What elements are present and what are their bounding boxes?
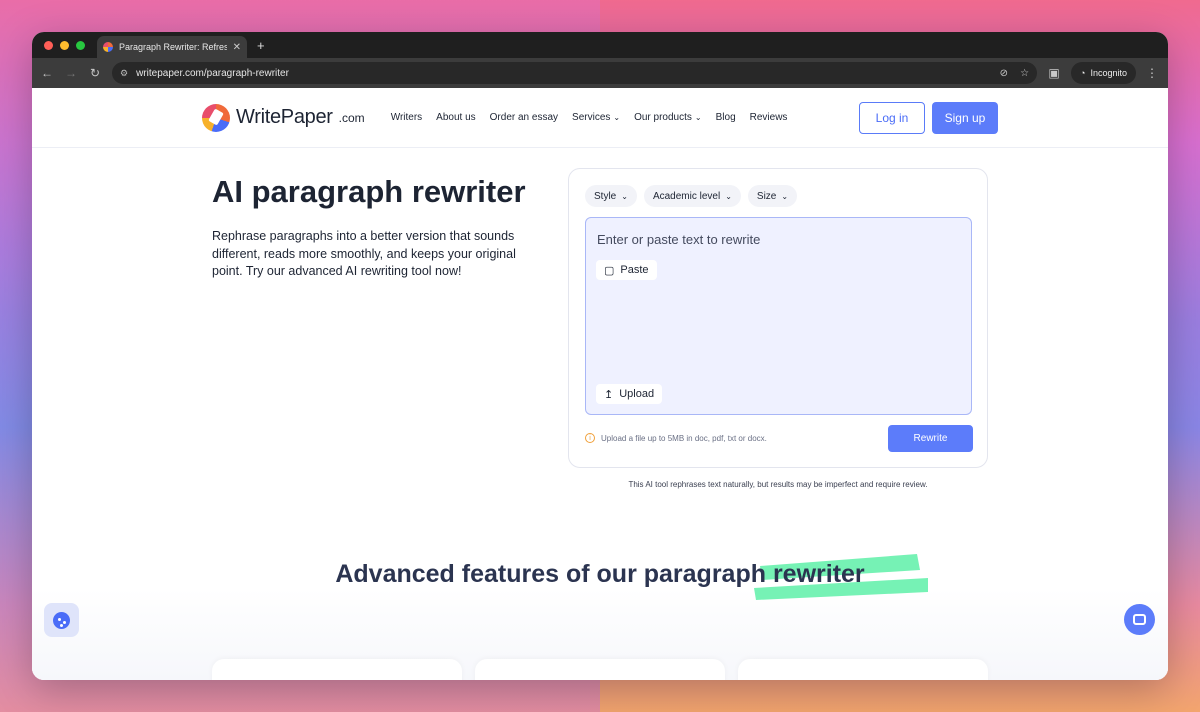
- text-input-area[interactable]: Enter or paste text to rewrite ▢ Paste ↥…: [585, 217, 972, 415]
- favicon-icon: [103, 42, 113, 52]
- upload-button[interactable]: ↥ Upload: [596, 384, 663, 404]
- nav-item-blog[interactable]: Blog: [716, 112, 736, 123]
- window-controls: [44, 40, 85, 50]
- tab-bar: Paragraph Rewriter: Refresh ✕ +: [32, 32, 1168, 58]
- login-button[interactable]: Log in: [859, 101, 925, 134]
- nav-item-services[interactable]: Services ⌄: [572, 112, 620, 123]
- page-title: AI paragraph rewriter: [212, 174, 526, 209]
- main-content: AI paragraph rewriter Rephrase paragraph…: [32, 148, 1168, 680]
- chat-widget-button[interactable]: [1124, 604, 1155, 635]
- rewrite-button[interactable]: Rewrite: [888, 425, 973, 452]
- eye-off-icon[interactable]: ⊘: [1000, 68, 1008, 79]
- main-nav: Writers About us Order an essay Services…: [391, 112, 788, 123]
- side-panel-icon[interactable]: ▣: [1047, 66, 1061, 80]
- style-dropdown[interactable]: Style ⌄: [585, 185, 637, 207]
- forward-arrow-icon[interactable]: →: [64, 66, 78, 80]
- nav-item-our-products[interactable]: Our products ⌄: [634, 112, 702, 123]
- logo-domain: .com: [338, 110, 365, 125]
- upload-hint: i Upload a file up to 5MB in doc, pdf, t…: [585, 433, 767, 443]
- cookie-icon: [53, 611, 70, 629]
- maximize-window-button[interactable]: [76, 40, 85, 50]
- auth-buttons: Log in Sign up: [859, 101, 998, 134]
- feature-card: [212, 659, 462, 680]
- size-dropdown[interactable]: Size ⌄: [747, 185, 798, 207]
- logo-mark-icon: [202, 103, 230, 132]
- reload-icon[interactable]: ↻: [88, 66, 102, 80]
- nav-item-writers[interactable]: Writers: [391, 112, 422, 123]
- signup-button[interactable]: Sign up: [932, 101, 998, 134]
- chevron-down-icon: ⌄: [694, 113, 702, 122]
- rewrite-options: Style ⌄ Academic level ⌄ Size ⌄: [585, 185, 798, 207]
- nav-item-reviews[interactable]: Reviews: [750, 112, 788, 123]
- clipboard-icon: ▢: [604, 264, 615, 277]
- rewriter-card: Style ⌄ Academic level ⌄ Size ⌄ Enter or pa…: [568, 168, 988, 468]
- chevron-down-icon: ⌄: [781, 191, 789, 201]
- bookmark-star-icon[interactable]: ☆: [1020, 68, 1029, 79]
- chevron-down-icon: ⌄: [725, 191, 732, 201]
- disclaimer-text: This AI tool rephrases text naturally, b…: [628, 480, 928, 489]
- info-icon: i: [585, 433, 595, 443]
- upload-arrow-icon: ↥: [604, 388, 614, 401]
- nav-item-order-an-essay[interactable]: Order an essay: [490, 112, 558, 123]
- site-settings-icon[interactable]: ⚙: [120, 68, 128, 79]
- close-window-button[interactable]: [44, 40, 53, 50]
- browser-window: Paragraph Rewriter: Refresh ✕ + ← → ↻ ⚙ …: [32, 32, 1168, 680]
- address-bar-row: ← → ↻ ⚙ writepaper.com/paragraph-rewrite…: [32, 58, 1168, 88]
- hero-description: Rephrase paragraphs into a better versio…: [212, 229, 516, 278]
- features-title: Advanced features of our paragraph rewri…: [335, 560, 865, 588]
- back-arrow-icon[interactable]: ←: [40, 66, 54, 80]
- minimize-window-button[interactable]: [60, 40, 69, 50]
- url-text: writepaper.com/paragraph-rewriter: [136, 67, 289, 79]
- feature-card: [738, 659, 988, 680]
- logo-text: WritePaper: [236, 106, 333, 128]
- paste-button[interactable]: ▢ Paste: [596, 260, 657, 280]
- browser-tab[interactable]: Paragraph Rewriter: Refresh ✕: [97, 36, 247, 58]
- chat-icon: [1133, 614, 1146, 625]
- site-header: WritePaper .com Writers About us Order a…: [32, 88, 1168, 148]
- cookie-settings-button[interactable]: [44, 603, 79, 637]
- new-tab-button[interactable]: +: [257, 38, 265, 53]
- browser-menu-icon[interactable]: ⋮: [1146, 66, 1160, 80]
- text-input-placeholder: Enter or paste text to rewrite: [597, 232, 761, 247]
- nav-item-about-us[interactable]: About us: [436, 112, 475, 123]
- academic-level-dropdown[interactable]: Academic level ⌄: [643, 185, 741, 207]
- incognito-label: Incognito: [1090, 68, 1127, 78]
- close-tab-icon[interactable]: ✕: [233, 42, 241, 53]
- incognito-badge[interactable]: ◔ Incognito: [1071, 62, 1136, 84]
- chevron-down-icon: ⌄: [613, 113, 621, 122]
- site-logo[interactable]: WritePaper .com: [202, 103, 365, 132]
- tab-title: Paragraph Rewriter: Refresh: [119, 42, 227, 52]
- incognito-icon: ◔: [1080, 68, 1086, 78]
- chevron-down-icon: ⌄: [621, 191, 628, 201]
- url-field[interactable]: ⚙ writepaper.com/paragraph-rewriter ⊘ ☆: [112, 62, 1038, 84]
- feature-card: [475, 659, 725, 680]
